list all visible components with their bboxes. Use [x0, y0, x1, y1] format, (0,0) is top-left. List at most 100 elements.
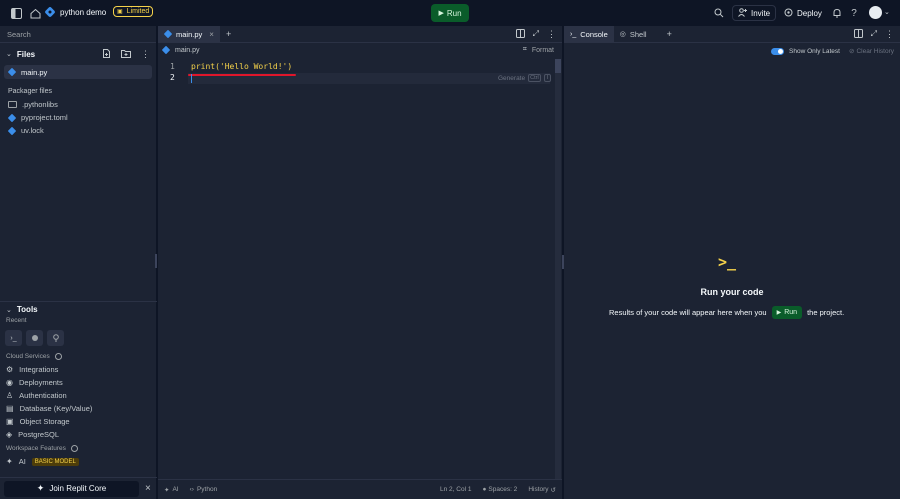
editor-breadcrumb-bar: main.py ⌗ Format: [158, 43, 562, 57]
spaces-setting[interactable]: ● Spaces: 2: [482, 486, 517, 493]
generate-hint[interactable]: Generate Ctrl I: [498, 74, 552, 82]
empty-state-heading: Run your code: [700, 287, 764, 297]
clear-history-button[interactable]: ⊘ Clear History: [848, 47, 894, 56]
tab-shell[interactable]: ◎ Shell: [614, 26, 653, 43]
info-icon[interactable]: [54, 352, 62, 360]
close-icon[interactable]: ×: [209, 30, 214, 39]
chevron-down-icon: ⌄: [6, 51, 12, 58]
deploy-button[interactable]: Deploy: [779, 5, 827, 21]
more-options-icon[interactable]: ⋮: [141, 49, 150, 60]
ai-icon: ✦: [6, 457, 13, 466]
tools-section: ⌄ Tools Recent ›_ Cloud Services ⚙ Integ…: [0, 301, 157, 468]
sidebar: Search ⌄ Files ⋮ main.py Packager files …: [0, 26, 157, 499]
line-number: 2: [170, 73, 175, 82]
join-replit-core-button[interactable]: ✦ Join Replit Core: [4, 480, 139, 497]
shell-tool-button[interactable]: [26, 330, 43, 346]
help-icon[interactable]: ?: [846, 5, 862, 21]
tool-integrations[interactable]: ⚙ Integrations: [0, 363, 157, 376]
code-area[interactable]: 1 2 print('Hello World!') Generate Ctrl …: [158, 59, 555, 479]
storage-icon: ▣: [6, 417, 14, 426]
cursor-position[interactable]: Ln 2, Col 1: [440, 486, 471, 493]
maximize-icon[interactable]: ⤢: [871, 29, 877, 39]
terminal-icon: ›_: [570, 30, 577, 38]
scrollbar-thumb[interactable]: [555, 59, 561, 73]
indent-icon: ●: [482, 486, 487, 493]
format-icon: ⌗: [522, 46, 527, 53]
packages-tool-button[interactable]: [47, 330, 64, 346]
language-status[interactable]: ‹› Python: [190, 486, 218, 493]
search-icon[interactable]: [711, 5, 727, 21]
more-options-icon[interactable]: ⋮: [885, 29, 894, 40]
split-pane-icon[interactable]: [515, 28, 525, 40]
tab-console[interactable]: ›_ Console: [564, 25, 614, 43]
file-item[interactable]: .pythonlibs: [0, 98, 156, 111]
chevron-down-icon: ⌄: [6, 306, 12, 314]
user-icon: ♙: [6, 391, 14, 400]
python-file-icon: [7, 67, 17, 77]
new-file-icon[interactable]: [102, 48, 111, 60]
history-button[interactable]: History ↺: [528, 486, 556, 494]
python-icon: [45, 7, 55, 17]
editor-pane: main.py × + ⤢ ⋮ main.py ⌗ Format 1 2 pri…: [158, 25, 562, 499]
console-tabbar: ›_ Console ◎ Shell + ⤢ ⋮: [564, 25, 900, 43]
folder-icon: [8, 101, 17, 108]
console-tool-button[interactable]: ›_: [5, 330, 22, 346]
resize-handle[interactable]: [155, 254, 157, 268]
file-item-active[interactable]: main.py: [4, 65, 152, 79]
files-header[interactable]: ⌄ Files ⋮: [0, 43, 156, 65]
clear-icon: ⊘: [848, 48, 855, 55]
home-icon[interactable]: [27, 5, 43, 21]
tool-authentication[interactable]: ♙ Authentication: [0, 389, 157, 402]
prompt-icon: >_: [718, 253, 737, 271]
bell-icon[interactable]: [829, 5, 845, 21]
chevron-down-icon[interactable]: ⌄: [884, 8, 890, 16]
breadcrumb[interactable]: main.py: [175, 47, 200, 54]
ai-status[interactable]: ✦ AI: [164, 486, 179, 494]
sidebar-toggle-icon[interactable]: [8, 5, 24, 21]
tools-header[interactable]: ⌄ Tools: [0, 302, 157, 317]
ai-icon: ✦: [164, 486, 170, 494]
close-icon[interactable]: ×: [145, 483, 151, 494]
show-only-latest-toggle[interactable]: [771, 47, 785, 55]
red-underline-annotation: [188, 74, 296, 76]
plan-badge[interactable]: ▣ Limited: [113, 6, 154, 17]
workspace-features-label: Workspace Features: [0, 441, 157, 455]
lock-icon: ▣: [117, 9, 123, 15]
more-options-icon[interactable]: ⋮: [547, 29, 556, 40]
postgresql-icon: ◈: [6, 430, 13, 439]
tool-postgresql[interactable]: ◈ PostgreSQL: [0, 428, 157, 441]
invite-button[interactable]: Invite: [732, 5, 777, 21]
search-field[interactable]: Search: [0, 26, 156, 43]
tool-database[interactable]: ▤ Database (Key/Value): [0, 402, 157, 415]
run-button[interactable]: ▶ Run: [431, 4, 469, 22]
file-item[interactable]: uv.lock: [0, 124, 156, 137]
inline-run-button[interactable]: ▶ Run: [771, 306, 803, 319]
add-tab-icon[interactable]: +: [667, 29, 672, 39]
sparkle-icon: ✦: [36, 483, 45, 493]
tool-ai[interactable]: ✦ AI BASIC MODEL: [0, 455, 157, 468]
new-folder-icon[interactable]: [121, 49, 131, 60]
project-title[interactable]: python demo: [45, 7, 106, 17]
deployments-icon: ◉: [6, 378, 13, 387]
recent-label: Recent: [6, 317, 27, 324]
add-user-icon: [738, 7, 747, 19]
console-toolbar: Show Only Latest ⊘ Clear History: [564, 43, 900, 59]
info-icon[interactable]: [70, 444, 78, 452]
top-bar: python demo ▣ Limited ▶ Run Invite Deplo…: [0, 0, 900, 26]
tool-object-storage[interactable]: ▣ Object Storage: [0, 415, 157, 428]
python-file-icon: [163, 29, 173, 39]
file-item[interactable]: pyproject.toml: [0, 111, 156, 124]
scrollbar[interactable]: [555, 59, 561, 479]
database-icon: ▤: [6, 404, 14, 413]
project-name: python demo: [60, 7, 107, 17]
show-only-latest-label: Show Only Latest: [789, 47, 840, 55]
split-pane-icon[interactable]: [853, 28, 863, 40]
join-core-bar: ✦ Join Replit Core ×: [0, 477, 157, 499]
tab-main-py[interactable]: main.py ×: [158, 25, 220, 43]
avatar[interactable]: [869, 6, 882, 19]
tool-deployments[interactable]: ◉ Deployments: [0, 376, 157, 389]
maximize-icon[interactable]: ⤢: [533, 29, 539, 39]
format-button[interactable]: Format: [532, 47, 554, 54]
add-tab-icon[interactable]: +: [226, 29, 231, 39]
basic-model-badge: BASIC MODEL: [31, 457, 79, 466]
